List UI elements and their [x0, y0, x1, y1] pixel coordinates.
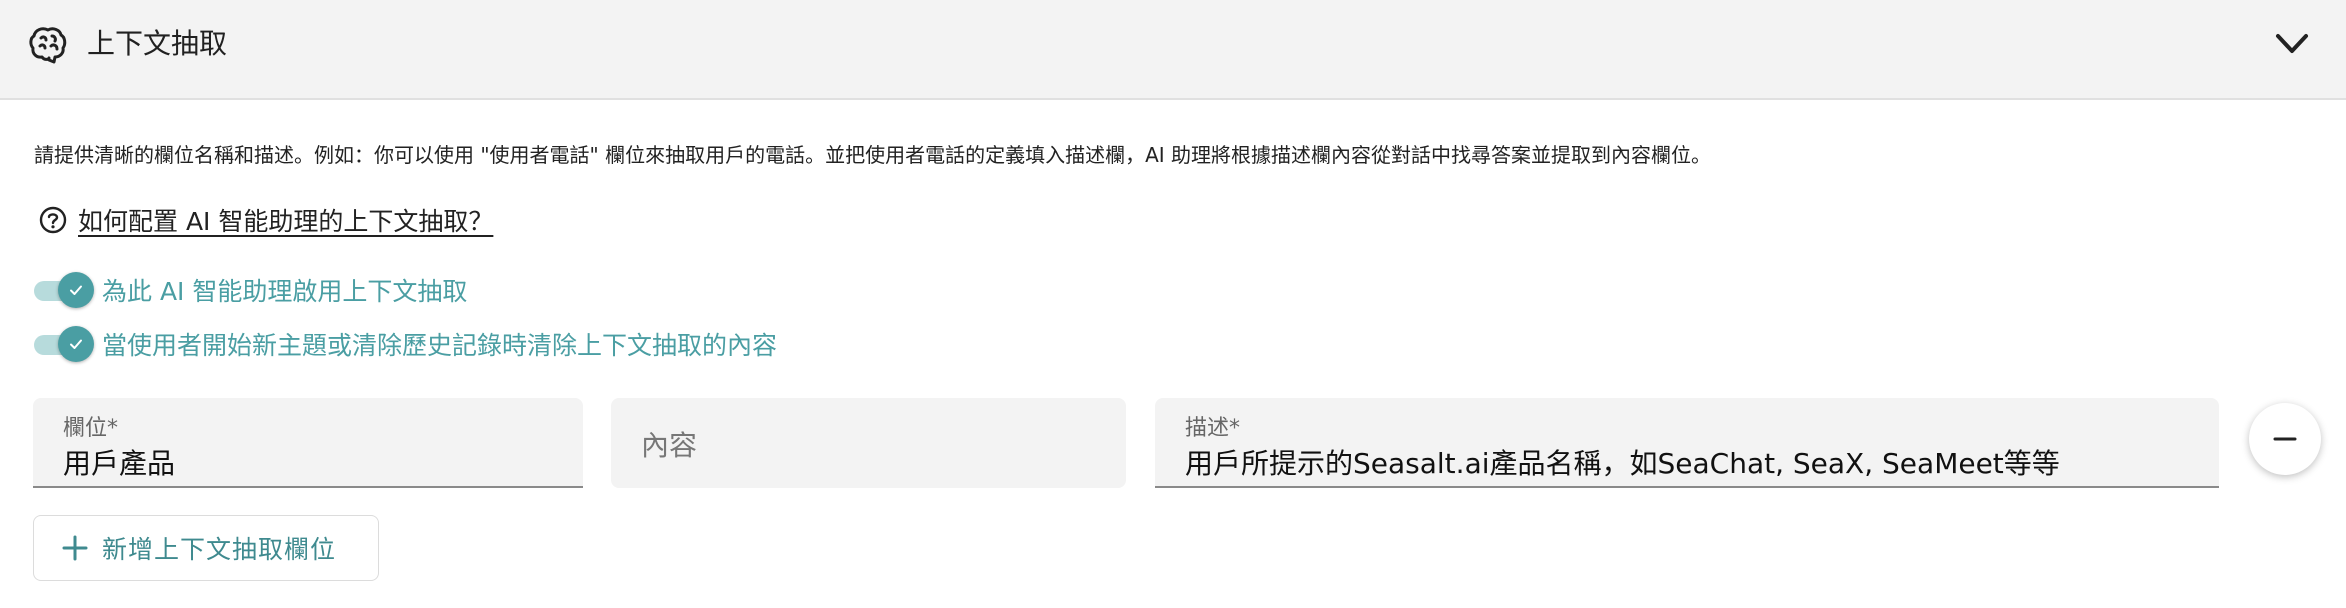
- toggle-switch[interactable]: [34, 270, 96, 310]
- help-link[interactable]: 如何配置 AI 智能助理的上下文抽取？: [38, 202, 493, 238]
- field-name-input[interactable]: 欄位* 用戶產品: [33, 398, 583, 488]
- content-placeholder: 內容: [641, 429, 698, 462]
- description-label: 描述*: [1185, 416, 1241, 441]
- toggle-switch[interactable]: [34, 324, 96, 364]
- toggle-enable-extraction[interactable]: 為此 AI 智能助理啟用上下文抽取: [34, 270, 467, 310]
- field-name-value[interactable]: 用戶產品: [63, 442, 175, 482]
- chevron-down-icon[interactable]: [2272, 26, 2312, 62]
- help-circle-icon: [39, 206, 67, 234]
- minus-icon: [2273, 437, 2297, 441]
- brain-icon: [29, 27, 67, 64]
- check-icon: [70, 285, 82, 295]
- content-input[interactable]: 內容: [611, 398, 1126, 488]
- help-link-text[interactable]: 如何配置 AI 智能助理的上下文抽取？: [78, 202, 493, 238]
- add-extraction-field-button[interactable]: 新增上下文抽取欄位: [33, 515, 379, 581]
- toggle-label: 為此 AI 智能助理啟用上下文抽取: [102, 277, 468, 306]
- add-button-label: 新增上下文抽取欄位: [102, 535, 337, 564]
- toggle-label: 當使用者開始新主題或清除歷史記錄時清除上下文抽取的內容: [102, 331, 778, 360]
- section-description: 請提供清晰的欄位名稱和描述。例如：你可以使用 "使用者電話" 欄位來抽取用戶的電…: [34, 143, 1712, 167]
- check-icon: [70, 339, 82, 349]
- description-value[interactable]: 用戶所提示的Seasalt.ai產品名稱，如SeaChat, SeaX, Sea…: [1185, 442, 2060, 482]
- plus-icon: [62, 535, 88, 561]
- field-name-label: 欄位*: [63, 416, 119, 441]
- section-header[interactable]: 上下文抽取: [0, 0, 2346, 100]
- remove-field-button[interactable]: [2249, 403, 2321, 475]
- section-title: 上下文抽取: [87, 27, 228, 60]
- description-input[interactable]: 描述* 用戶所提示的Seasalt.ai產品名稱，如SeaChat, SeaX,…: [1155, 398, 2219, 488]
- toggle-clear-on-new-topic[interactable]: 當使用者開始新主題或清除歷史記錄時清除上下文抽取的內容: [34, 324, 777, 364]
